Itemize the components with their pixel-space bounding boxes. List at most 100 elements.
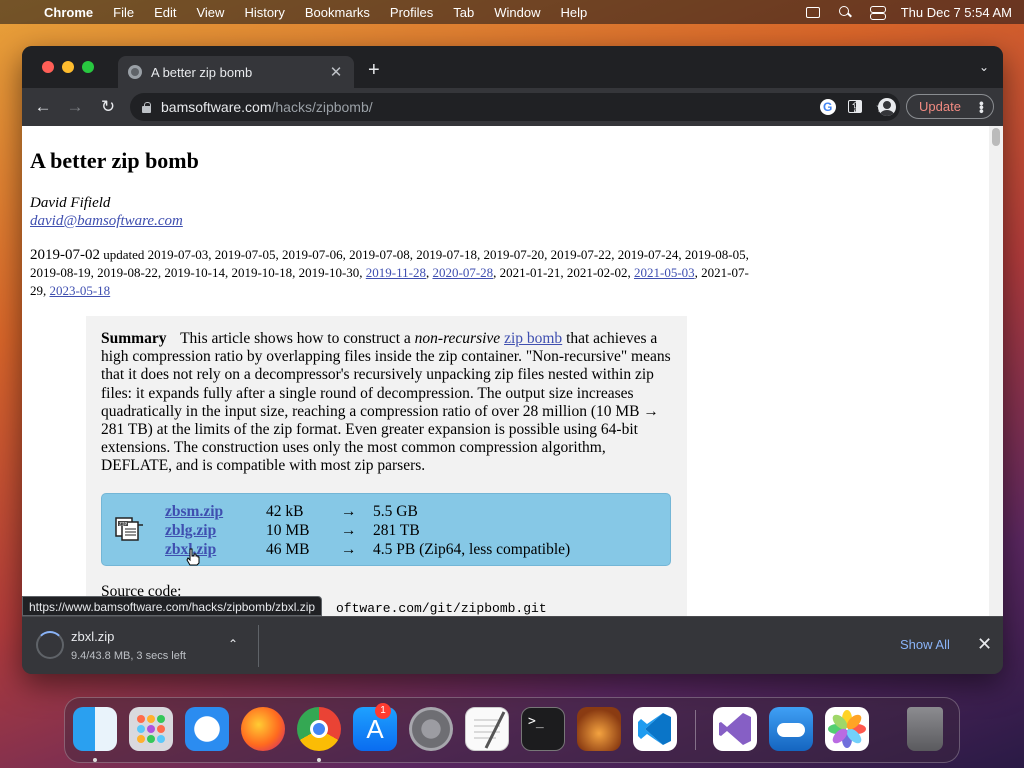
profile-avatar-icon[interactable] <box>878 98 896 116</box>
chrome-icon[interactable] <box>297 707 341 751</box>
close-window-button[interactable] <box>42 61 54 73</box>
date-link-2021-05-03[interactable]: 2021-05-03 <box>634 265 695 280</box>
close-download-shelf-icon[interactable]: ✕ <box>977 634 992 655</box>
download-size: 42 kB <box>266 503 304 520</box>
zip-bomb-link[interactable]: zip bomb <box>504 330 562 347</box>
garageband-icon[interactable] <box>577 707 621 751</box>
vscode-icon[interactable] <box>633 707 677 751</box>
control-center-icon[interactable] <box>869 5 886 20</box>
menu-window[interactable]: Window <box>494 5 540 20</box>
summary-emphasis: non-recursive <box>414 330 501 347</box>
summary-text: Summary This article shows how to constr… <box>101 330 676 476</box>
textedit-icon[interactable] <box>465 707 509 751</box>
arrow-icon: → <box>341 522 357 539</box>
summary-label: Summary <box>101 330 167 347</box>
arrow-icon: → <box>341 503 357 520</box>
summary-pre: This article shows how to construct a <box>180 330 411 347</box>
back-arrow-icon[interactable]: ← <box>32 96 54 118</box>
menu-history[interactable]: History <box>244 5 284 20</box>
download-result: 4.5 PB (Zip64, less compatible) <box>373 541 571 558</box>
menu-app-name[interactable]: Chrome <box>44 5 93 20</box>
dock: A >_ <box>64 697 960 763</box>
url-path: /hacks/zipbomb/ <box>271 99 373 115</box>
launchpad-icon[interactable] <box>129 707 173 751</box>
menu-help[interactable]: Help <box>561 5 588 20</box>
zoom-window-button[interactable] <box>82 61 94 73</box>
git-url-partial[interactable]: oftware.com/git/zipbomb.git <box>336 601 547 616</box>
finder-running-dot <box>93 758 97 762</box>
download-link-zblg[interactable]: zblg.zip <box>165 522 216 539</box>
terminal-icon[interactable]: >_ <box>521 707 565 751</box>
date-first: 2019-07-02 <box>30 247 100 263</box>
vertical-scrollbar[interactable] <box>989 126 1003 616</box>
forward-arrow-icon[interactable]: → <box>64 96 86 118</box>
page-title: A better zip bomb <box>30 148 199 173</box>
tab-strip: A better zip bomb ✕ + ⌄ <box>22 46 1003 88</box>
tab-search-chevron-icon[interactable]: ⌄ <box>979 60 989 74</box>
author-name: David Fifield <box>30 195 111 211</box>
author-email-link[interactable]: david@bamsoftware.com <box>30 213 183 230</box>
scrollbar-thumb[interactable] <box>992 128 1000 146</box>
date-link-2023-05-18[interactable]: 2023-05-18 <box>50 283 111 298</box>
menu-edit[interactable]: Edit <box>154 5 176 20</box>
download-link-zbsm[interactable]: zbsm.zip <box>165 503 223 520</box>
menubar-clock[interactable]: Thu Dec 7 5:54 AM <box>901 5 1012 20</box>
chrome-window: A better zip bomb ✕ + ⌄ ← → ↻ bamsoftwar… <box>22 46 1003 674</box>
page-content: A better zip bomb David Fifield david@ba… <box>22 126 989 616</box>
zip-archive-icon: ZIP <box>115 517 143 541</box>
link-status-tooltip: https://www.bamsoftware.com/hacks/zipbom… <box>22 596 323 616</box>
hand-cursor-icon <box>186 548 200 566</box>
download-shelf: zbxl.zip 9.4/43.8 MB, 3 secs left ⌃ Show… <box>22 616 1003 674</box>
download-row: zbsm.zip 42 kB → 5.5 GB <box>165 502 570 521</box>
tab-title: A better zip bomb <box>151 64 253 80</box>
google-lens-icon[interactable]: G <box>819 99 836 115</box>
download-divider <box>258 625 259 667</box>
minimize-window-button[interactable] <box>62 61 74 73</box>
summary-box: Summary This article shows how to constr… <box>86 316 687 616</box>
download-size: 10 MB <box>266 522 310 539</box>
download-result: 5.5 GB <box>373 503 418 520</box>
download-file-name[interactable]: zbxl.zip <box>71 629 114 644</box>
new-tab-plus-icon[interactable]: + <box>368 60 380 80</box>
update-button[interactable]: Update ••• <box>906 94 994 119</box>
system-settings-icon[interactable] <box>409 707 453 751</box>
reload-icon[interactable]: ↻ <box>97 96 119 118</box>
date-list: 2019-07-02 updated 2019-07-03, 2019-07-0… <box>30 247 749 298</box>
date-mid: 2021-01-21, 2021-02-02, <box>499 265 631 280</box>
tab-active[interactable]: A better zip bomb ✕ <box>118 56 354 88</box>
menubar: Chrome File Edit View History Bookmarks … <box>0 0 1024 24</box>
date-link-2019-11-28[interactable]: 2019-11-28 <box>366 265 426 280</box>
side-panel-icon[interactable] <box>848 100 862 113</box>
download-options-chevron-icon[interactable]: ⌃ <box>228 637 238 651</box>
download-result: 281 TB <box>373 522 420 539</box>
show-all-downloads-button[interactable]: Show All <box>900 637 950 652</box>
notification-badge: 1 <box>375 703 391 719</box>
photos-icon[interactable] <box>825 707 869 751</box>
menu-profiles[interactable]: Profiles <box>390 5 433 20</box>
download-row: zbxl.zip 46 MB → 4.5 PB (Zip64, less com… <box>165 540 570 559</box>
menu-bookmarks[interactable]: Bookmarks <box>305 5 370 20</box>
menu-file[interactable]: File <box>113 5 134 20</box>
menu-tab[interactable]: Tab <box>453 5 474 20</box>
lock-icon[interactable] <box>142 101 151 113</box>
safari-icon[interactable] <box>185 707 229 751</box>
url-host: bamsoftware.com <box>161 99 272 115</box>
browser-toolbar: ← → ↻ bamsoftware.com/hacks/zipbomb/ G ⇪… <box>22 88 1003 126</box>
trash-icon[interactable] <box>907 707 943 751</box>
download-progress-spinner-icon <box>36 631 64 659</box>
more-menu-icon[interactable]: ••• <box>974 101 990 113</box>
firefox-icon[interactable] <box>241 707 285 751</box>
download-status: 9.4/43.8 MB, 3 secs left <box>71 650 186 662</box>
menu-view[interactable]: View <box>196 5 224 20</box>
download-size: 46 MB <box>266 541 310 558</box>
finder-icon[interactable] <box>73 707 117 751</box>
downloads-table: zbsm.zip 42 kB → 5.5 GB zblg.zip 10 MB →… <box>165 502 570 559</box>
spotlight-search-icon[interactable] <box>837 5 853 19</box>
onedrive-icon[interactable] <box>769 707 813 751</box>
screen-mirroring-icon[interactable] <box>805 5 821 19</box>
date-link-2020-07-28[interactable]: 2020-07-28 <box>432 265 493 280</box>
summary-post: that achieves a high compression ratio b… <box>101 330 671 475</box>
address-bar[interactable]: bamsoftware.com/hacks/zipbomb/ G ⇪ ☆ <box>130 93 900 121</box>
tab-close-icon[interactable]: ✕ <box>328 63 344 81</box>
visual-studio-icon[interactable] <box>713 707 757 751</box>
